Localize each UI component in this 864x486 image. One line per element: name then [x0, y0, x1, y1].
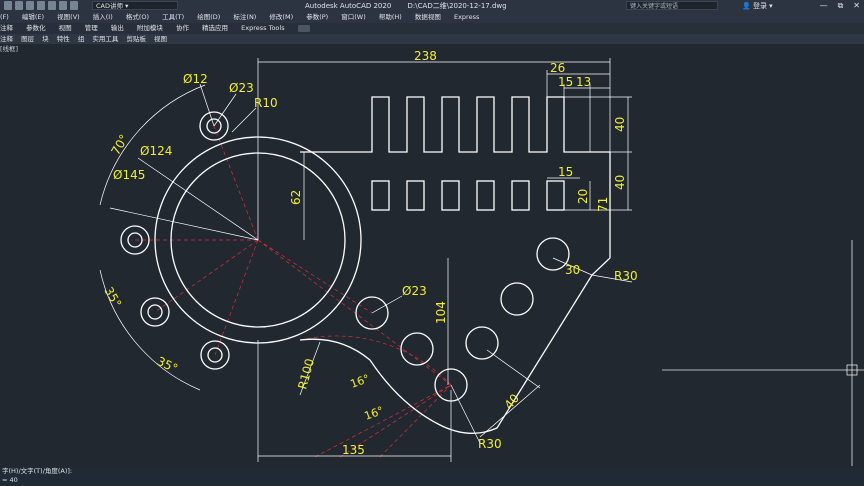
- quick-access-toolbar: [4, 1, 78, 10]
- dim-13: 13: [576, 75, 591, 89]
- dim-71: 71: [596, 197, 610, 212]
- tab-annotate[interactable]: 注释: [0, 24, 13, 32]
- workspace-label: CAD讲师: [96, 2, 123, 10]
- dim-104: 104: [434, 301, 448, 324]
- viewport-label[interactable]: [线框]: [0, 44, 864, 54]
- dim-dia124: Ø124: [140, 144, 172, 158]
- command-history: 字(H)/文字(T)/角度(A)]:: [2, 467, 73, 475]
- menu-parametric[interactable]: 参数(P): [306, 13, 328, 21]
- tab-parametric[interactable]: 参数化: [26, 24, 46, 32]
- dim-r100: R100: [295, 357, 317, 391]
- menu-insert[interactable]: 插入(I): [93, 13, 113, 21]
- panel-annotate[interactable]: 注释: [0, 35, 13, 43]
- menu-draw[interactable]: 绘图(D): [197, 13, 220, 21]
- restore-button[interactable]: ⧉: [838, 0, 844, 12]
- dimension-texts: 238 26 15 13 40 40 15 20 71 62 30 R30 Ø1…: [101, 49, 637, 457]
- menu-tools[interactable]: 工具(T): [162, 13, 184, 21]
- menu-bar: (F) 编辑(E) 视图(V) 插入(I) 格式(O) 工具(T) 绘图(D) …: [0, 12, 864, 23]
- tab-manage[interactable]: 管理: [85, 24, 98, 32]
- tab-collaborate[interactable]: 协作: [176, 24, 189, 32]
- dim-135: 135: [342, 443, 365, 457]
- minimize-button[interactable]: —: [820, 0, 828, 12]
- dim-dia12: Ø12: [183, 72, 208, 86]
- dim-15a: 15: [558, 75, 573, 89]
- redo-icon[interactable]: [70, 1, 78, 10]
- dim-r10: R10: [254, 96, 278, 110]
- dim-40b: 40: [613, 175, 627, 190]
- command-line[interactable]: 字(H)/文字(T)/角度(A)]: = 40: [0, 467, 864, 486]
- dim-dia23a: Ø23: [229, 81, 254, 95]
- workspace-dropdown[interactable]: CAD讲师 ▾: [92, 1, 178, 10]
- menu-help[interactable]: 帮助(H): [379, 13, 402, 21]
- dim-dia23b: Ø23: [402, 284, 427, 298]
- panel-clipboard[interactable]: 剪贴板: [126, 35, 146, 43]
- tab-express-tools[interactable]: Express Tools: [241, 24, 284, 32]
- tab-view[interactable]: 视图: [59, 24, 72, 32]
- menu-dataview[interactable]: 数据视图: [415, 13, 441, 21]
- dim-r30b: R30: [478, 437, 502, 451]
- dim-40c: 40: [502, 391, 523, 412]
- dim-15b: 15: [558, 165, 573, 179]
- dim-a16a: 16°: [349, 372, 372, 391]
- tab-addins[interactable]: 附加模块: [137, 24, 163, 32]
- menu-view[interactable]: 视图(V): [57, 13, 80, 21]
- tab-output[interactable]: 输出: [111, 24, 124, 32]
- panel-block[interactable]: 块: [42, 35, 49, 43]
- dim-26: 26: [550, 61, 565, 75]
- dim-20: 20: [576, 189, 590, 204]
- tab-featured-apps[interactable]: 精选应用: [202, 24, 228, 32]
- menu-modify[interactable]: 修改(M): [269, 13, 293, 21]
- menu-dimension[interactable]: 标注(N): [233, 13, 256, 21]
- save-icon[interactable]: [26, 1, 34, 10]
- dim-a35b: 35°: [155, 354, 180, 376]
- login-button[interactable]: 👤 登录 ▾: [742, 0, 773, 12]
- print-icon[interactable]: [48, 1, 56, 10]
- dim-r30a: R30: [614, 269, 638, 283]
- menu-format[interactable]: 格式(O): [126, 13, 149, 21]
- drawing-canvas[interactable]: 238 26 15 13 40 40 15 20 71 62 30 R30 Ø1…: [0, 0, 864, 486]
- search-input[interactable]: 键入关键字或短语: [626, 1, 718, 10]
- ribbon-panels: 注释 图层 块 特性 组 实用工具 剪贴板 视图: [0, 34, 864, 44]
- dim-dia145: Ø145: [113, 168, 145, 182]
- open-icon[interactable]: [15, 1, 23, 10]
- menu-express[interactable]: Express: [454, 13, 479, 21]
- dim-40a: 40: [613, 117, 627, 132]
- window-title: Autodesk AutoCAD 2020 D:\CAD二维\2020-12-1…: [305, 0, 521, 12]
- panel-properties[interactable]: 特性: [57, 35, 70, 43]
- dim-30: 30: [565, 263, 580, 277]
- panel-layers[interactable]: 图层: [21, 35, 34, 43]
- panel-utilities[interactable]: 实用工具: [92, 35, 118, 43]
- dim-62: 62: [289, 190, 303, 205]
- menu-file[interactable]: (F): [0, 13, 9, 21]
- panel-groups[interactable]: 组: [78, 35, 85, 43]
- title-bar: CAD讲师 ▾ Autodesk AutoCAD 2020 D:\CAD二维\2…: [0, 0, 864, 12]
- menu-edit[interactable]: 编辑(E): [22, 13, 44, 21]
- user-icon: 👤: [742, 2, 751, 10]
- window-controls: — ⧉ ✕: [820, 0, 860, 12]
- close-button[interactable]: ✕: [853, 0, 860, 12]
- saveas-icon[interactable]: [37, 1, 45, 10]
- app-name: Autodesk AutoCAD 2020: [305, 2, 392, 10]
- dimension-lines: [99, 58, 633, 462]
- command-input[interactable]: = 40: [0, 476, 864, 485]
- dim-a70: 70°: [108, 132, 131, 157]
- menu-window[interactable]: 窗口(W): [341, 13, 366, 21]
- ribbon-toggle-icon[interactable]: [297, 24, 310, 32]
- panel-view[interactable]: 视图: [154, 35, 167, 43]
- ribbon-tabs: 注释 参数化 视图 管理 输出 附加模块 协作 精选应用 Express Too…: [0, 23, 864, 34]
- file-path: D:\CAD二维\2020-12-17.dwg: [407, 2, 507, 10]
- new-icon[interactable]: [4, 1, 12, 10]
- undo-icon[interactable]: [59, 1, 67, 10]
- crosshair-cursor: [662, 240, 864, 466]
- login-label: 登录: [752, 2, 767, 10]
- dim-a16b: 16°: [363, 404, 386, 423]
